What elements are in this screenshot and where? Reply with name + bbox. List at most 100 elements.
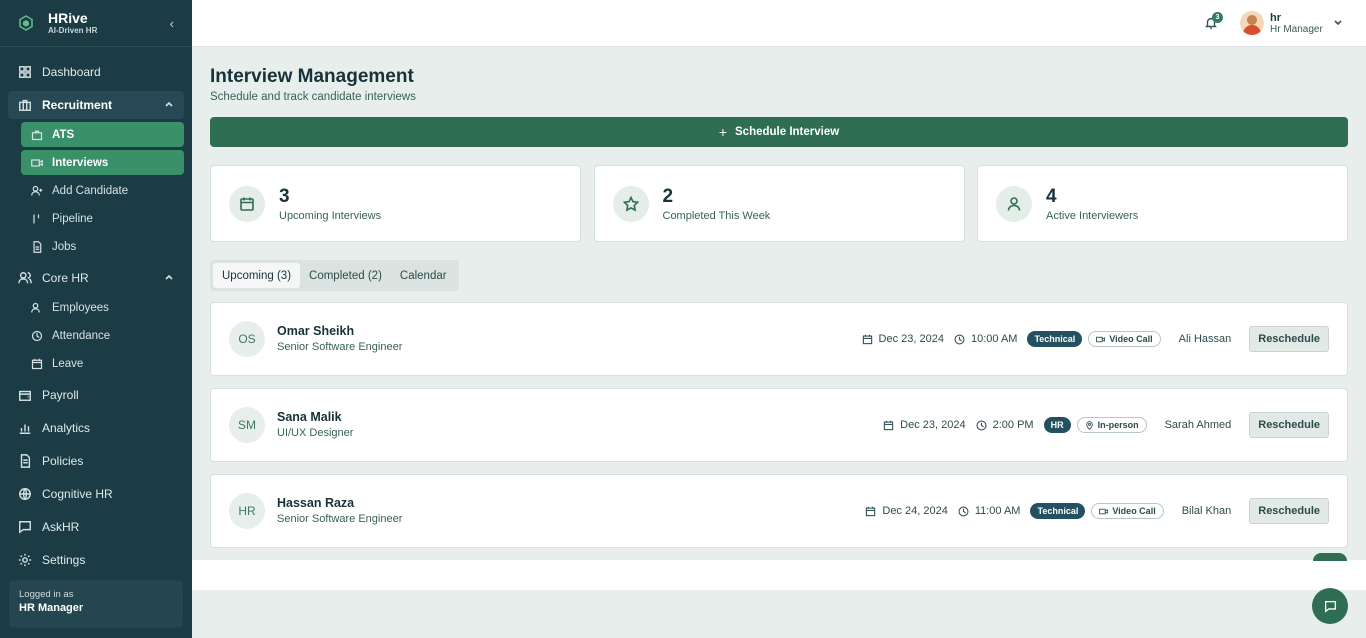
candidate-initials: OS <box>229 321 265 357</box>
star-icon <box>622 195 639 212</box>
sidebar-item-recruitment[interactable]: Recruitment <box>8 91 184 119</box>
user-menu[interactable]: hr Hr Manager <box>1240 11 1343 35</box>
chevron-up-icon <box>165 101 173 107</box>
sidebar-item-core-hr[interactable]: Core HR <box>8 264 184 292</box>
video-icon <box>1096 336 1106 342</box>
date-text: Dec 23, 2024 <box>878 333 944 345</box>
interview-time: 10:00 AM <box>954 333 1017 345</box>
video-icon <box>31 158 43 167</box>
sidebar-item-interviews[interactable]: Interviews <box>21 150 184 175</box>
sidebar-item-add-candidate[interactable]: Add Candidate <box>21 178 184 203</box>
bar-chart-icon <box>19 424 31 434</box>
notification-badge: 3 <box>1212 12 1223 23</box>
document-icon <box>20 454 31 468</box>
reschedule-button[interactable]: Reschedule <box>1249 326 1329 352</box>
collapse-sidebar-icon[interactable]: ‹ <box>170 16 174 31</box>
video-icon <box>1099 508 1109 514</box>
sidebar-item-label: Leave <box>52 357 84 370</box>
sidebar-item-employees[interactable]: Employees <box>21 295 184 320</box>
sidebar-item-jobs[interactable]: Jobs <box>21 234 184 259</box>
page-subtitle: Schedule and track candidate interviews <box>210 91 416 103</box>
logged-in-card: Logged in as HR Manager <box>9 580 183 628</box>
sidebar-item-pipeline[interactable]: Pipeline <box>21 206 184 231</box>
calendar-icon <box>862 334 872 344</box>
reschedule-button[interactable]: Reschedule <box>1249 498 1329 524</box>
user-name: hr <box>1270 11 1281 24</box>
interview-time: 11:00 AM <box>958 505 1021 517</box>
stat-label: Completed This Week <box>662 209 771 222</box>
sidebar-item-askhr[interactable]: AskHR <box>8 513 184 541</box>
mode-text: Video Call <box>1109 334 1153 344</box>
chevron-up-icon <box>165 274 173 280</box>
sidebar-item-attendance[interactable]: Attendance <box>21 323 184 348</box>
candidate-name: Omar Sheikh <box>277 324 355 338</box>
plus-icon: + <box>718 124 727 140</box>
wallet-icon <box>19 390 31 401</box>
time-text: 11:00 AM <box>974 505 1021 517</box>
briefcase-icon <box>19 99 31 111</box>
sidebar: HRive AI-Driven HR ‹ Dashboard Recruitme… <box>0 0 192 638</box>
schedule-interview-label: Schedule Interview <box>735 126 840 138</box>
footer-band <box>192 560 1366 590</box>
clock-icon <box>31 330 43 341</box>
message-icon <box>19 521 31 534</box>
sidebar-item-label: Interviews <box>52 156 109 169</box>
sidebar-item-payroll[interactable]: Payroll <box>8 381 184 409</box>
interview-date: Dec 24, 2024 <box>865 505 948 517</box>
sidebar-item-settings[interactable]: Settings <box>8 546 184 574</box>
clock-icon <box>954 333 965 345</box>
time-text: 10:00 AM <box>970 333 1018 345</box>
sidebar-item-label: Employees <box>52 301 109 314</box>
briefcase-icon <box>31 130 43 140</box>
stats-row: 3 Upcoming Interviews 2 Completed This W… <box>210 165 1348 242</box>
calendar-icon <box>240 197 254 211</box>
mode-text: In-person <box>1097 420 1139 430</box>
mode-text: Video Call <box>1112 506 1156 516</box>
pipeline-icon <box>33 214 40 223</box>
chat-button[interactable] <box>1312 588 1348 624</box>
tab-upcoming[interactable]: Upcoming (3) <box>213 263 301 288</box>
interview-mode-badge: Video Call <box>1088 331 1161 347</box>
users-icon <box>31 302 40 313</box>
calendar-icon <box>31 358 43 369</box>
sidebar-nav: Dashboard Recruitment ATS Interviews Add… <box>8 58 184 574</box>
interview-type-badge: HR <box>1043 417 1071 433</box>
sidebar-item-label: ATS <box>52 128 75 141</box>
sidebar-item-dashboard[interactable]: Dashboard <box>8 58 184 86</box>
page-title: Interview Management <box>210 66 414 87</box>
user-role: Hr Manager <box>1270 23 1323 35</box>
sidebar-item-analytics[interactable]: Analytics <box>8 414 184 442</box>
floating-action-button-partial[interactable] <box>1313 553 1347 561</box>
interview-row: HR Hassan Raza Senior Software Engineer … <box>210 474 1348 548</box>
sidebar-item-policies[interactable]: Policies <box>8 447 184 475</box>
sidebar-item-leave[interactable]: Leave <box>21 351 184 376</box>
interview-row: SM Sana Malik UI/UX Designer Dec 23, 202… <box>210 388 1348 462</box>
brand-tagline: AI-Driven HR <box>48 26 98 35</box>
stat-card-interviewers: 4 Active Interviewers <box>977 165 1348 242</box>
avatar <box>1240 11 1264 35</box>
notifications-button[interactable]: 3 <box>1204 12 1223 30</box>
tab-completed[interactable]: Completed (2) <box>300 263 391 288</box>
candidate-initials: SM <box>229 407 265 443</box>
interview-list: OS Omar Sheikh Senior Software Engineer … <box>210 302 1348 560</box>
interview-date: Dec 23, 2024 <box>883 419 966 431</box>
logged-in-role: HR Manager <box>19 602 84 614</box>
candidate-initials: HR <box>229 493 265 529</box>
sidebar-item-label: Recruitment <box>42 98 113 112</box>
stat-card-completed: 2 Completed This Week <box>593 165 965 242</box>
sidebar-item-ats[interactable]: ATS <box>21 122 184 147</box>
reschedule-button[interactable]: Reschedule <box>1249 412 1329 438</box>
brand-name: HRive <box>48 10 88 26</box>
tab-calendar[interactable]: Calendar <box>391 263 456 288</box>
hrive-logo-icon <box>16 13 36 33</box>
time-text: 2:00 PM <box>992 419 1034 431</box>
sidebar-item-cognitive-hr[interactable]: Cognitive HR <box>8 480 184 508</box>
logged-in-label: Logged in as <box>19 589 74 600</box>
sidebar-item-label: Dashboard <box>42 65 101 79</box>
interview-type-badge: Technical <box>1027 331 1083 347</box>
sidebar-item-label: Attendance <box>52 329 111 342</box>
interviewer-name: Ali Hassan <box>1178 333 1232 345</box>
schedule-interview-button[interactable]: + Schedule Interview <box>210 117 1348 147</box>
map-pin-icon <box>1085 420 1093 430</box>
sidebar-item-label: Cognitive HR <box>42 487 113 501</box>
